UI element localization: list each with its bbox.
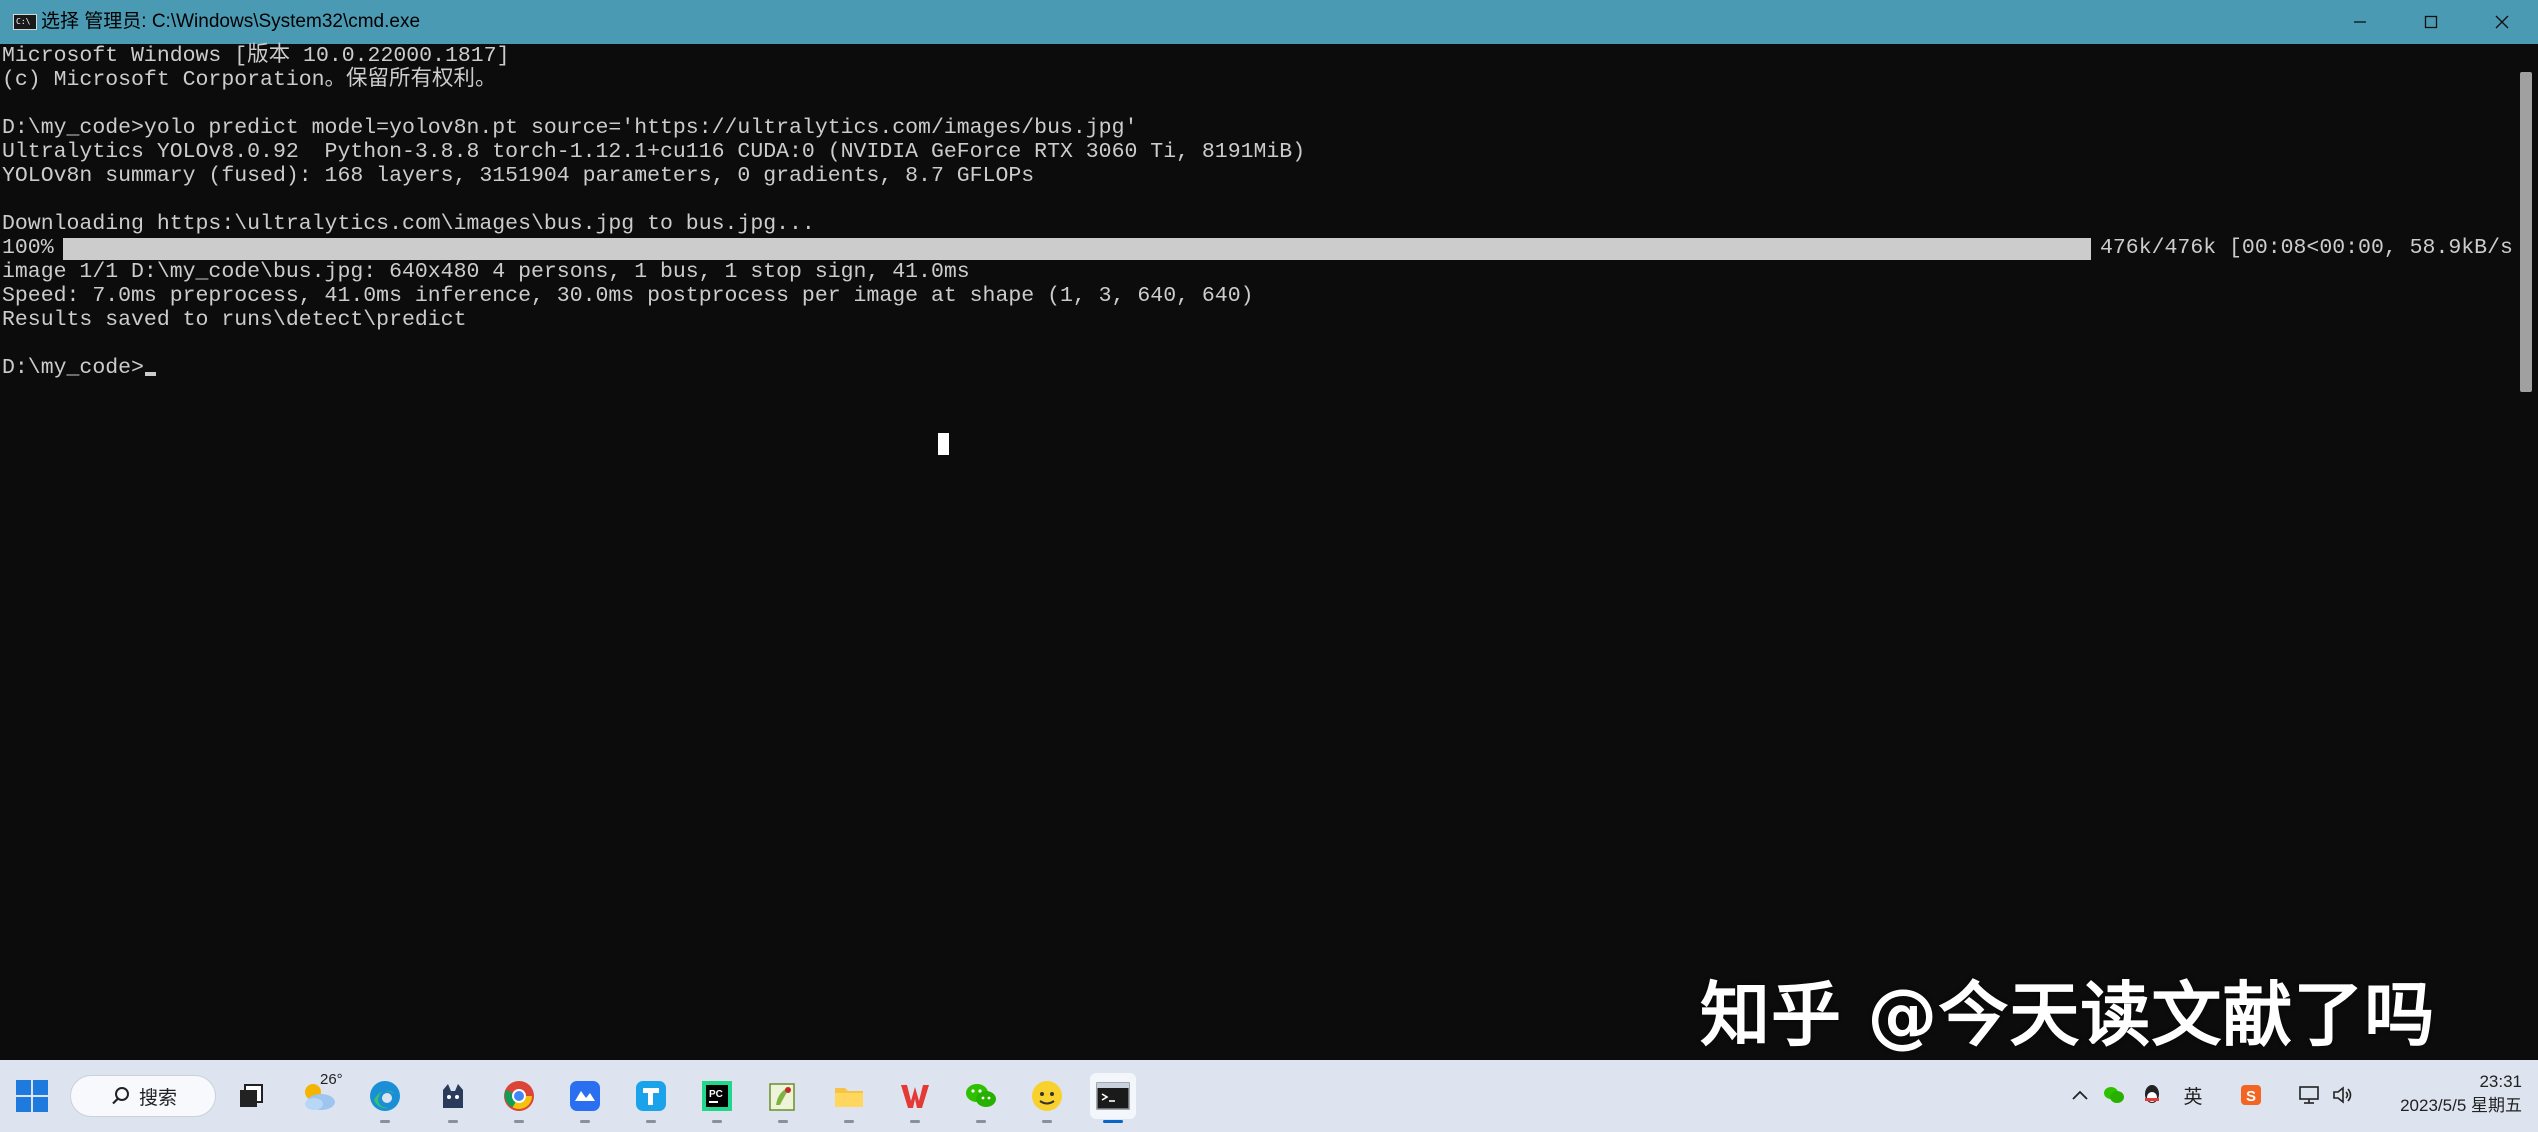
- console-line: YOLOv8n summary (fused): 168 layers, 315…: [2, 164, 1035, 188]
- close-button[interactable]: [2466, 0, 2538, 44]
- running-indicator: [380, 1120, 390, 1123]
- taskbar-app-chrome[interactable]: [496, 1073, 542, 1123]
- running-indicator: [712, 1120, 722, 1123]
- console-output-area[interactable]: Microsoft Windows [版本 10.0.22000.1817] (…: [0, 44, 2526, 1060]
- mouse-text-caret: [938, 433, 949, 455]
- console-line: Ultralytics YOLOv8.0.92 Python-3.8.8 tor…: [2, 140, 1306, 164]
- taskbar-app-notepad-plus[interactable]: [760, 1073, 806, 1123]
- running-indicator: [1103, 1120, 1123, 1123]
- minimize-button[interactable]: [2324, 0, 2396, 44]
- text-cursor: [144, 372, 156, 376]
- clock-date: 2023/5/5 星期五: [2400, 1096, 2522, 1115]
- svg-text:PC: PC: [709, 1089, 723, 1100]
- progress-stats: 476k/476k [00:08<00:00, 58.9kB/s]: [2100, 236, 2526, 260]
- notepad-plus-icon: [769, 1083, 795, 1111]
- console-line: Microsoft Windows [版本 10.0.22000.1817]: [2, 44, 510, 68]
- svg-text:S: S: [2246, 1088, 2256, 1105]
- console-line: D:\my_code>yolo predict model=yolov8n.pt…: [2, 116, 1138, 140]
- taskbar-app-edge[interactable]: [362, 1073, 408, 1123]
- console-line: Speed: 7.0ms preprocess, 41.0ms inferenc…: [2, 284, 1254, 308]
- taskbar-app-feishu[interactable]: [562, 1073, 608, 1123]
- chevron-up-icon: [2072, 1090, 2088, 1100]
- console-line: Results saved to runs\detect\predict: [2, 308, 467, 332]
- tray-network[interactable]: [2296, 1082, 2322, 1108]
- taskbar-app-wps[interactable]: [892, 1073, 938, 1123]
- search-icon: [112, 1087, 129, 1105]
- taskbar-app-wechat[interactable]: [958, 1073, 1004, 1123]
- start-button[interactable]: [12, 1076, 52, 1116]
- search-label: 搜索: [139, 1087, 178, 1109]
- taskbar-app-pycharm[interactable]: PC: [694, 1073, 740, 1123]
- tray-qq[interactable]: [2139, 1082, 2165, 1108]
- running-indicator: [580, 1120, 590, 1123]
- file-explorer-icon: [835, 1088, 863, 1107]
- running-indicator: [910, 1120, 920, 1123]
- window-titlebar[interactable]: C:\ 选择 管理员: C:\Windows\System32\cmd.exe: [0, 0, 2538, 44]
- wechat-tray-icon: [2104, 1087, 2124, 1103]
- running-indicator: [646, 1120, 656, 1123]
- scrollbar-thumb[interactable]: [2520, 72, 2532, 392]
- weather-temperature: 26°: [320, 1071, 343, 1088]
- maximize-icon: [2424, 15, 2438, 29]
- close-icon: [2495, 15, 2509, 29]
- running-indicator: [448, 1120, 458, 1123]
- weather-widget[interactable]: 26°: [296, 1071, 343, 1119]
- tray-sogou[interactable]: S: [2238, 1082, 2264, 1108]
- tray-wechat[interactable]: [2101, 1082, 2127, 1108]
- maximize-button[interactable]: [2395, 0, 2467, 44]
- task-view-icon: [240, 1084, 263, 1107]
- taskbar-clock[interactable]: 23:31 2023/5/5 星期五: [2362, 1070, 2522, 1118]
- progress-bar-fill: [63, 238, 2091, 260]
- terminal-icon: [1096, 1082, 1130, 1110]
- taskbar-search-box[interactable]: 搜索: [70, 1075, 216, 1117]
- tray-volume[interactable]: [2330, 1082, 2356, 1108]
- qq-tray-icon: [2145, 1085, 2159, 1103]
- taskbar-app-teambition[interactable]: [628, 1073, 674, 1123]
- volume-icon: [2333, 1086, 2352, 1104]
- console-line: (c) Microsoft Corporation。保留所有权利。: [2, 68, 497, 92]
- wechat-icon: [966, 1084, 996, 1107]
- network-icon: [2299, 1086, 2319, 1104]
- feishu-app-icon: [570, 1081, 600, 1111]
- running-indicator: [514, 1120, 524, 1123]
- minimize-icon: [2354, 21, 2366, 23]
- qq-avatar-app-icon: [1032, 1081, 1062, 1111]
- running-indicator: [976, 1120, 986, 1123]
- taskbar-app-terminal[interactable]: [1090, 1073, 1136, 1123]
- sogou-input-icon: S: [2241, 1085, 2261, 1105]
- cat-app-icon: [443, 1084, 463, 1108]
- progress-percent: 100%: [2, 236, 54, 260]
- command-prompt[interactable]: D:\my_code>: [2, 356, 156, 380]
- edge-browser-icon: [370, 1081, 400, 1111]
- task-view-button[interactable]: [228, 1073, 274, 1119]
- cmd-icon: C:\: [13, 14, 37, 30]
- running-indicator: [778, 1120, 788, 1123]
- taskbar-app-avatar[interactable]: [1024, 1073, 1070, 1123]
- vertical-scrollbar[interactable]: [2514, 44, 2538, 1060]
- prompt-text: D:\my_code>: [2, 356, 144, 380]
- pycharm-icon: PC: [702, 1081, 732, 1111]
- console-line: image 1/1 D:\my_code\bus.jpg: 640x480 4 …: [2, 260, 970, 284]
- taskbar-app-cat[interactable]: [430, 1073, 476, 1123]
- teambition-app-icon: [636, 1081, 666, 1111]
- running-indicator: [844, 1120, 854, 1123]
- wps-office-icon: [901, 1085, 929, 1108]
- running-indicator: [1042, 1120, 1052, 1123]
- taskbar: 搜索 26° PC 英 S 23:31 2023/5/5 星期五: [0, 1060, 2538, 1132]
- input-method-indicator[interactable]: 英: [2180, 1082, 2206, 1108]
- windows-logo-icon: [16, 1080, 48, 1112]
- show-hidden-icons-button[interactable]: [2067, 1082, 2093, 1108]
- ime-label: 英: [2183, 1086, 2203, 1108]
- clock-time: 23:31: [2479, 1072, 2522, 1091]
- watermark-text: 知乎 @今天读文献了吗: [1700, 974, 2436, 1056]
- taskbar-app-file-explorer[interactable]: [826, 1073, 872, 1123]
- chrome-browser-icon: [504, 1081, 534, 1111]
- download-progress-bar: [63, 238, 2091, 260]
- console-line: Downloading https:\ultralytics.com\image…: [2, 212, 815, 236]
- window-title: 选择 管理员: C:\Windows\System32\cmd.exe: [41, 11, 421, 32]
